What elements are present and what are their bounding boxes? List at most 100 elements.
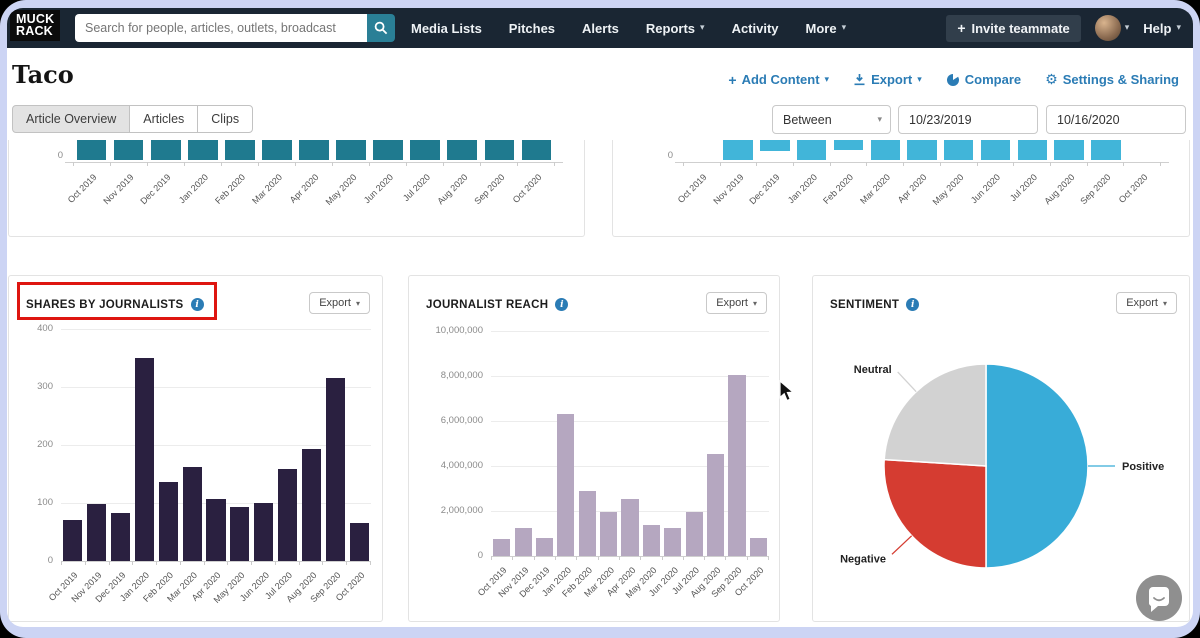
- end-date-input[interactable]: [1046, 105, 1186, 134]
- bar[interactable]: [944, 140, 973, 160]
- muckrack-logo[interactable]: MUCK RACK: [10, 10, 60, 41]
- bar[interactable]: [797, 140, 826, 160]
- nav-item-media-lists[interactable]: Media Lists: [411, 21, 482, 36]
- bar[interactable]: [871, 140, 900, 160]
- bar[interactable]: [373, 140, 403, 160]
- bar[interactable]: [686, 512, 703, 556]
- bar[interactable]: [834, 140, 863, 150]
- bar[interactable]: [981, 140, 1010, 160]
- pie-slice-positive[interactable]: [986, 364, 1088, 568]
- bar[interactable]: [262, 140, 292, 160]
- bar[interactable]: [225, 140, 255, 160]
- bar[interactable]: [135, 358, 154, 561]
- bar[interactable]: [206, 499, 225, 561]
- pie-slice-negative[interactable]: [884, 460, 986, 568]
- bar[interactable]: [159, 482, 178, 561]
- top-left-chart-card: 0Oct 2019Nov 2019Dec 2019Jan 2020Feb 202…: [8, 140, 585, 237]
- bar[interactable]: [183, 467, 202, 561]
- bar[interactable]: [557, 414, 574, 556]
- nav-item-alerts[interactable]: Alerts: [582, 21, 619, 36]
- bar[interactable]: [350, 523, 369, 561]
- bar[interactable]: [278, 469, 297, 561]
- bar[interactable]: [579, 491, 596, 556]
- start-date-input[interactable]: [898, 105, 1038, 134]
- bar[interactable]: [522, 140, 552, 160]
- bar[interactable]: [536, 538, 553, 556]
- journalist-reach-chart[interactable]: 02,000,0004,000,0006,000,0008,000,00010,…: [409, 276, 779, 621]
- bar[interactable]: [114, 140, 144, 160]
- pie-slice-label: Neutral: [854, 364, 892, 376]
- nav-item-more[interactable]: More▾: [806, 21, 847, 36]
- bar[interactable]: [63, 520, 82, 561]
- bar[interactable]: [230, 507, 249, 561]
- nav-item-reports[interactable]: Reports▾: [646, 21, 705, 36]
- plus-icon: +: [728, 73, 736, 87]
- tab-article-overview[interactable]: Article Overview: [12, 105, 130, 133]
- y-axis-tick-label: 2,000,000: [421, 505, 483, 516]
- bar[interactable]: [302, 449, 321, 561]
- date-range-operator-select[interactable]: Between ▾: [772, 105, 891, 134]
- chevron-down-icon: ▾: [1125, 23, 1130, 33]
- x-axis-ticks: [491, 556, 769, 560]
- bar[interactable]: [760, 140, 789, 151]
- pie-label-line: [898, 372, 916, 392]
- bars-container: [73, 140, 555, 162]
- bar[interactable]: [664, 528, 681, 556]
- compare-button[interactable]: Compare: [946, 72, 1021, 87]
- bar[interactable]: [723, 140, 752, 160]
- bar[interactable]: [1054, 140, 1083, 160]
- bar[interactable]: [750, 538, 767, 556]
- pie-slice-neutral[interactable]: [884, 364, 986, 466]
- bar[interactable]: [1091, 140, 1120, 160]
- bar[interactable]: [111, 513, 130, 561]
- bar[interactable]: [410, 140, 440, 160]
- x-axis-tick-label: Jul 2020: [401, 172, 432, 203]
- bar[interactable]: [254, 503, 273, 561]
- tab-articles[interactable]: Articles: [129, 105, 198, 133]
- bar[interactable]: [336, 140, 366, 160]
- bar[interactable]: [643, 525, 660, 557]
- bar[interactable]: [151, 140, 181, 160]
- x-axis-ticks: [61, 561, 371, 565]
- bar[interactable]: [707, 454, 724, 556]
- search-button[interactable]: [367, 14, 395, 42]
- bar[interactable]: [1018, 140, 1047, 160]
- shares-by-journalists-chart[interactable]: 0100200300400Oct 2019Nov 2019Dec 2019Jan…: [9, 276, 382, 621]
- chat-widget-button[interactable]: [1135, 574, 1183, 622]
- chevron-down-icon: ▾: [877, 115, 882, 125]
- bar[interactable]: [326, 378, 345, 561]
- bar[interactable]: [87, 504, 106, 561]
- invite-teammate-button[interactable]: + Invite teammate: [946, 15, 1080, 42]
- add-content-button[interactable]: + Add Content ▾: [728, 72, 829, 87]
- shares-by-journalists-card: SHARES BY JOURNALISTS i Export ▾ 0100200…: [8, 275, 383, 622]
- annotation-highlight-box: [17, 282, 217, 320]
- top-right-partial-chart[interactable]: 0Oct 2019Nov 2019Dec 2019Jan 2020Feb 202…: [613, 140, 1189, 236]
- bar[interactable]: [485, 140, 515, 160]
- user-menu[interactable]: ▾: [1095, 15, 1130, 41]
- bar[interactable]: [515, 528, 532, 556]
- bar[interactable]: [299, 140, 329, 160]
- bar[interactable]: [907, 140, 936, 160]
- bar[interactable]: [493, 539, 510, 556]
- nav-item-pitches[interactable]: Pitches: [509, 21, 555, 36]
- search-input[interactable]: [75, 14, 367, 42]
- x-axis-ticks: [73, 162, 555, 166]
- settings-sharing-button[interactable]: ⚙ Settings & Sharing: [1045, 72, 1179, 87]
- bars-container: [683, 140, 1161, 162]
- nav-item-activity[interactable]: Activity: [732, 21, 779, 36]
- nav-links: Media Lists Pitches Alerts Reports▾ Acti…: [411, 8, 846, 48]
- avatar: [1095, 15, 1121, 41]
- bar[interactable]: [188, 140, 218, 160]
- help-menu[interactable]: Help ▾: [1143, 21, 1181, 36]
- tab-clips[interactable]: Clips: [197, 105, 253, 133]
- x-axis-ticks: [683, 162, 1161, 166]
- bar[interactable]: [728, 375, 745, 556]
- bar[interactable]: [77, 140, 107, 160]
- export-button[interactable]: Export ▾: [853, 72, 922, 87]
- bar[interactable]: [447, 140, 477, 160]
- sentiment-card: SENTIMENT i Export ▾ PositiveNegativeNeu…: [812, 275, 1190, 622]
- top-left-partial-chart[interactable]: 0Oct 2019Nov 2019Dec 2019Jan 2020Feb 202…: [9, 140, 584, 236]
- bar[interactable]: [621, 499, 638, 556]
- bar[interactable]: [600, 512, 617, 556]
- sentiment-pie-chart[interactable]: PositiveNegativeNeutral: [813, 276, 1191, 623]
